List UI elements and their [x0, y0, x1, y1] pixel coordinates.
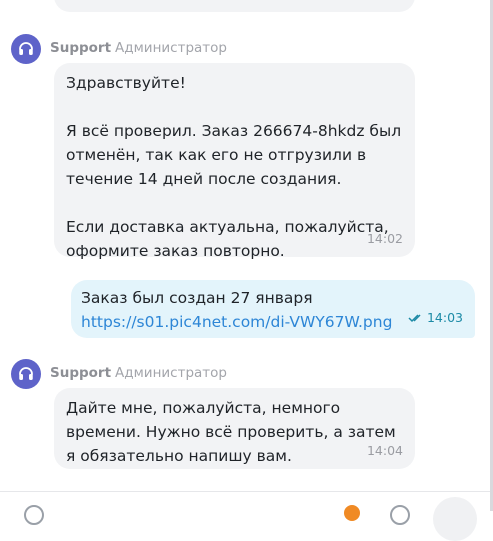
- message-paragraph: Дайте мне, пожалуйста, немного времени. …: [66, 399, 396, 465]
- outgoing-message-bubble[interactable]: Заказ был создан 27 января https://s01.p…: [71, 280, 475, 338]
- message-meta: 14:03: [408, 306, 463, 330]
- microphone-icon[interactable]: [390, 505, 410, 525]
- sender-role: Администратор: [115, 365, 227, 381]
- message-paragraph: Я всё проверил. Заказ 266674-8hkdz был о…: [66, 122, 402, 188]
- message-time: 14:03: [426, 310, 463, 325]
- incoming-message-bubble[interactable]: Здравствуйте! Я всё проверил. Заказ 2666…: [54, 63, 415, 260]
- sender-name: Support: [50, 365, 112, 381]
- double-check-icon: [408, 314, 421, 323]
- headset-icon: [19, 367, 33, 380]
- message-link[interactable]: https://s01.pic4net.com/di-VWY67W.png: [81, 313, 392, 331]
- sender-role: Администратор: [115, 40, 227, 56]
- sender-name: Support: [50, 40, 112, 56]
- emoji-icon[interactable]: [344, 505, 360, 521]
- message-paragraph: Здравствуйте!: [66, 74, 186, 92]
- sender-line: Support Администратор: [50, 365, 227, 381]
- support-avatar[interactable]: [11, 359, 41, 389]
- attach-icon[interactable]: [24, 505, 44, 525]
- headset-icon: [19, 42, 33, 55]
- composer-divider: [0, 491, 490, 492]
- support-avatar[interactable]: [11, 34, 41, 64]
- message-time: 14:02: [366, 231, 403, 246]
- send-button[interactable]: [433, 497, 477, 541]
- message-time: 14:04: [366, 443, 403, 458]
- message-paragraph: Если доставка актуальна, пожалуйста, офо…: [66, 218, 389, 260]
- sender-line: Support Администратор: [50, 40, 227, 56]
- message-text: Заказ был создан 27 января: [81, 289, 313, 307]
- previous-message-bubble: [54, 0, 415, 12]
- incoming-message-bubble[interactable]: Дайте мне, пожалуйста, немного времени. …: [54, 388, 415, 469]
